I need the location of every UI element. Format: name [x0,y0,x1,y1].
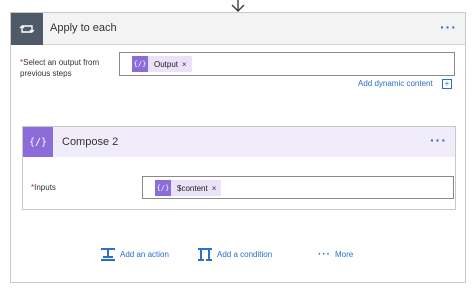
content-token[interactable]: {/} $content × [155,180,222,196]
more-dots-icon: ··· [318,248,331,260]
remove-token-icon[interactable]: × [182,60,192,69]
add-dynamic-content-link[interactable]: Add dynamic content [358,79,433,88]
add-action-button[interactable]: Add an action [100,245,169,263]
expression-icon: {/} [132,56,148,72]
select-output-input[interactable]: {/} Output × [119,52,455,76]
add-condition-button[interactable]: Add a condition [197,245,272,263]
apply-to-each-title: Apply to each [50,22,117,34]
expression-icon: {/} [155,180,171,196]
inputs-label: *Inputs [31,183,56,192]
select-output-label-text: Select an output from previous steps [20,58,100,78]
inputs-field[interactable]: {/} $content × [142,176,454,199]
add-action-label: Add an action [120,249,169,259]
content-token-label: $content [177,183,208,193]
apply-to-each-header[interactable]: Apply to each ··· [11,13,465,45]
add-dynamic-content-icon[interactable]: + [442,79,452,89]
loop-more-options-icon[interactable]: ··· [440,19,457,35]
compose-2-title: Compose 2 [62,136,119,148]
inputs-label-text: Inputs [34,183,56,192]
compose-2-card: {/} Compose 2 ··· *Inputs {/} $content × [22,126,456,210]
apply-to-each-card: Apply to each ··· *Select an output from… [10,12,466,283]
add-condition-icon [198,248,212,261]
select-output-label: *Select an output from previous steps [20,57,130,79]
compose-more-options-icon[interactable]: ··· [430,132,447,148]
output-token-label: Output [154,59,179,69]
loop-icon [11,13,43,45]
more-label: More [335,249,354,259]
add-action-icon [101,248,115,261]
compose-2-header[interactable]: {/} Compose 2 ··· [23,127,455,157]
compose-icon: {/} [23,127,53,157]
more-button[interactable]: ··· More [318,245,353,263]
output-token[interactable]: {/} Output × [132,56,192,72]
down-arrow-icon [231,0,245,12]
add-condition-label: Add a condition [217,249,273,259]
loop-action-bar: Add an action Add a condition ··· More [11,245,465,263]
remove-token-icon[interactable]: × [212,184,222,193]
